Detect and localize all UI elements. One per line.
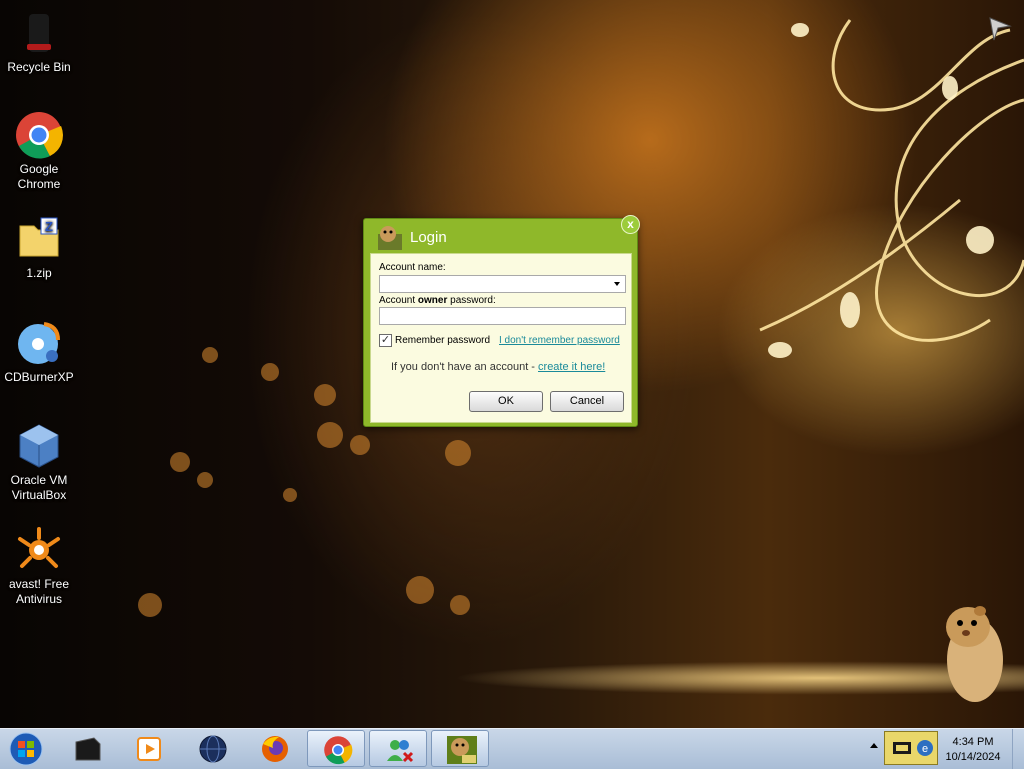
desktop-icon-cdburnerxp[interactable]: CDBurnerXP [4, 318, 74, 385]
svg-text:Z: Z [45, 219, 53, 234]
svg-text:e: e [922, 743, 928, 755]
login-dialog: Login x Account name: Account owner pass… [363, 215, 640, 427]
desktop-icon-label: 1.zip [26, 266, 52, 280]
desktop-icon-label: Google Chrome [17, 162, 61, 191]
cancel-button[interactable]: Cancel [550, 391, 624, 412]
taskbar-chrome[interactable] [307, 730, 365, 767]
close-button[interactable]: x [621, 215, 640, 234]
dialog-title: Login [410, 229, 447, 246]
tray-area[interactable]: e [884, 731, 938, 765]
taskbar-clock[interactable]: 4:34 PM 10/14/2024 [938, 735, 1008, 765]
clock-time: 4:34 PM [952, 736, 994, 748]
zip-file-icon: Z [19, 217, 59, 257]
tray-app-icon: e [893, 740, 933, 756]
dialog-body: Account name: Account owner password: ✓ … [370, 253, 632, 423]
desktop-icon-label: avast! Free Antivirus [8, 577, 70, 606]
account-name-label: Account name: [379, 262, 446, 273]
virtualbox-icon [19, 424, 59, 468]
taskbar-sandbox-app[interactable] [431, 730, 489, 767]
show-hidden-icons-button[interactable] [870, 743, 878, 748]
forgot-password-link[interactable]: I don't remember password [499, 335, 620, 346]
messenger-icon [387, 740, 414, 763]
desktop-icon-label: Recycle Bin [7, 60, 71, 74]
show-desktop-button[interactable] [1012, 729, 1024, 769]
taskbar-messenger[interactable] [369, 730, 427, 767]
clock-date: 10/14/2024 [945, 751, 1001, 763]
desktop-icon-google-chrome[interactable]: Google Chrome [4, 110, 74, 192]
desktop-icon-recycle-bin[interactable]: Recycle Bin [4, 8, 74, 75]
taskbar: e 4:34 PM 10/14/2024 [0, 728, 1024, 769]
sandbox-app-icon [447, 736, 477, 764]
password-field[interactable] [379, 307, 626, 325]
avast-icon [18, 527, 60, 568]
sandbox-logo-icon [378, 226, 402, 250]
terminal-icon [75, 737, 101, 761]
password-label: Account owner password: [379, 295, 496, 306]
remember-password-label: Remember password [395, 335, 491, 346]
desktop-icon-oracle-vm-virtualbox[interactable]: Oracle VM VirtualBox [4, 421, 74, 503]
recycle-bin-icon [27, 14, 51, 52]
remember-password-checkbox[interactable]: ✓ [379, 334, 392, 347]
start-button[interactable] [6, 731, 46, 767]
create-account-link[interactable]: create it here! [538, 361, 605, 373]
desktop-icon-1-zip[interactable]: Z 1.zip [4, 214, 74, 281]
taskbar-media-player[interactable] [120, 730, 178, 767]
ok-button[interactable]: OK [469, 391, 543, 412]
chrome-icon [16, 112, 63, 159]
desktop-icon-label: CDBurnerXP [4, 370, 74, 384]
taskbar-terminal[interactable] [58, 730, 116, 767]
hamster-mascot [946, 606, 1003, 702]
taskbar-network-globe[interactable] [183, 730, 241, 767]
no-account-text: If you don't have an account - create it… [391, 361, 606, 373]
taskbar-firefox[interactable] [245, 730, 303, 767]
cdburnerxp-icon [18, 322, 60, 364]
account-name-combobox[interactable] [379, 275, 626, 293]
media-player-icon [137, 737, 161, 761]
network-globe-icon [199, 735, 227, 763]
firefox-icon [262, 736, 288, 762]
desktop-icon-avast[interactable]: avast! Free Antivirus [4, 525, 74, 607]
desktop-icon-label: Oracle VM VirtualBox [10, 473, 68, 502]
chrome-icon [324, 736, 353, 765]
